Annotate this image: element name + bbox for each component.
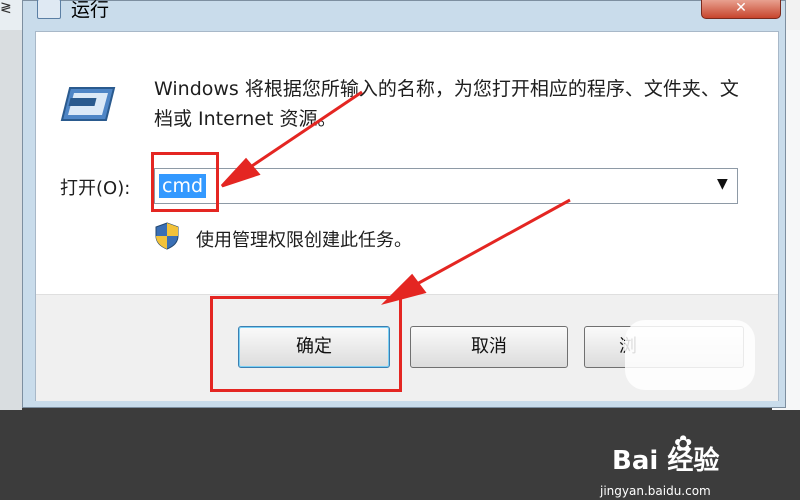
desktop-background-left [0,30,22,410]
dialog-description: Windows 将根据您所输入的名称，为您打开相应的程序、文件夹、文档或 Int… [154,78,739,130]
background-glyph: ≷ [0,0,12,16]
command-combobox[interactable]: cmd ▼ [154,168,738,204]
title-bar[interactable]: 运行 ✕ [23,0,785,31]
run-title-icon [37,0,61,19]
close-icon: ✕ [735,0,747,16]
highlight-box-ok [210,296,402,392]
watermark-smudge [625,320,755,390]
admin-note: 使用管理权限创建此任务。 [196,230,412,251]
close-button[interactable]: ✕ [701,0,781,19]
window-title: 运行 [71,0,110,21]
open-label: 打开(O): [60,178,131,199]
watermark-url: jingyan.baidu.com [600,484,711,498]
run-dialog-icon [60,87,116,121]
highlight-box-command [151,152,219,212]
chevron-down-icon[interactable]: ▼ [717,176,728,192]
cancel-button[interactable]: 取消 [410,326,568,368]
uac-shield-icon [155,222,179,250]
watermark-brand: Bai 经验 [612,446,720,476]
